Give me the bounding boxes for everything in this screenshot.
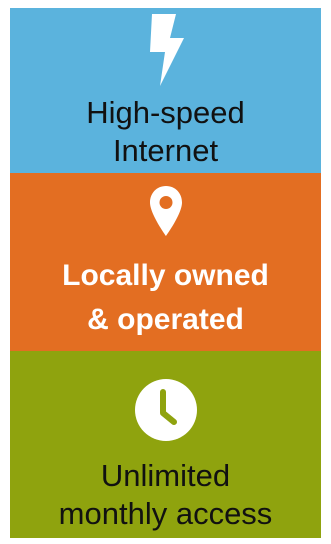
feature-line-2: & operated (87, 303, 244, 336)
clock-icon (134, 379, 197, 441)
feature-panel-unlimited: Unlimited monthly access (10, 351, 321, 538)
feature-label-high-speed: High-speed Internet (10, 94, 321, 170)
feature-line-2: monthly access (58, 496, 273, 531)
feature-label-unlimited: Unlimited monthly access (10, 457, 321, 533)
feature-label-local: Locally owned & operated (10, 254, 321, 342)
feature-stack: High-speed Internet Locally owned & oper… (10, 8, 321, 538)
feature-line-2: Internet (112, 133, 219, 168)
feature-line-1: Locally owned (62, 259, 269, 292)
location-pin-icon (149, 186, 182, 236)
feature-line-1: Unlimited (100, 458, 231, 493)
lightning-bolt-icon (149, 14, 184, 86)
feature-panel-high-speed: High-speed Internet (10, 8, 321, 173)
feature-panel-local: Locally owned & operated (10, 173, 321, 351)
feature-line-1: High-speed (86, 95, 245, 130)
